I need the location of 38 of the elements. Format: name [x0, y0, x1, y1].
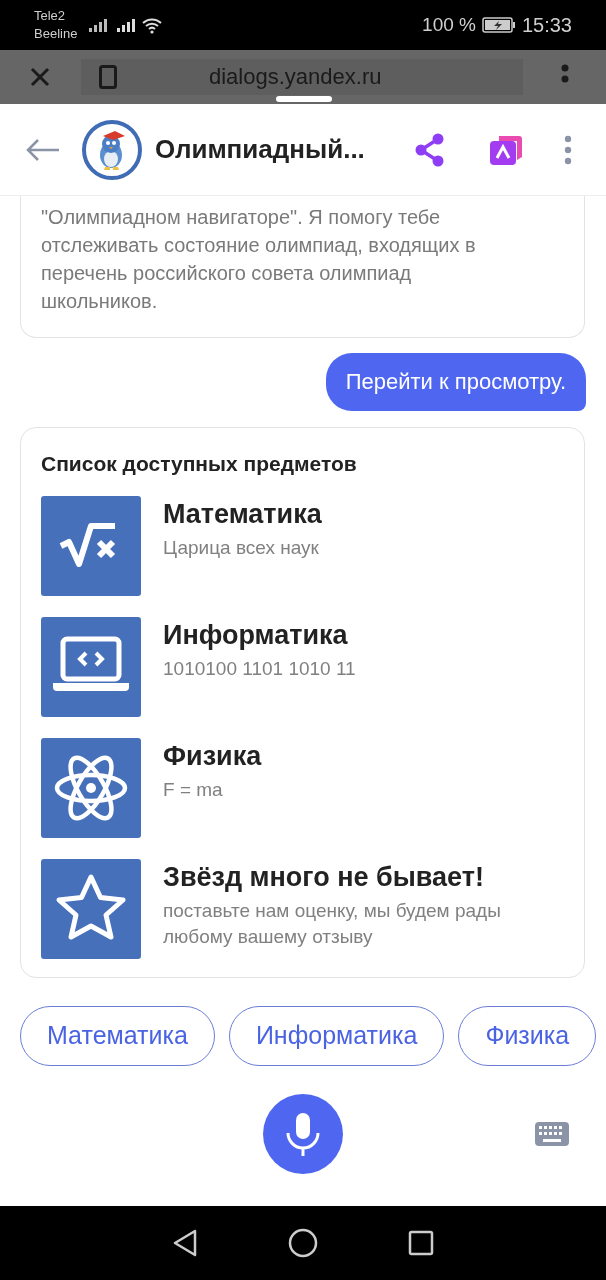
card-title: Список доступных предметов: [41, 451, 358, 477]
url-text: dialogs.yandex.ru: [209, 64, 382, 90]
subject-title[interactable]: Физика: [163, 739, 262, 773]
penguin-avatar-icon: [81, 118, 143, 181]
more-icon[interactable]: [564, 134, 572, 165]
battery-percent: 100 %: [422, 12, 476, 37]
subject-title[interactable]: Звёзд много не бывает!: [163, 860, 564, 894]
wifi-icon: [141, 16, 164, 34]
subject-title[interactable]: Информатика: [163, 618, 356, 652]
signal-icon: [89, 16, 110, 34]
carrier-name: Tele2: [34, 7, 67, 25]
subject-subtitle: Царица всех наук: [163, 536, 320, 560]
back-icon[interactable]: [172, 1228, 198, 1258]
subject-subtitle: поставьте нам оценку, мы будем рады любому вашему отзыву: [163, 899, 502, 949]
suggestion-chip[interactable]: Физика: [458, 1006, 597, 1066]
drag-handle[interactable]: [276, 96, 332, 102]
keyboard-icon[interactable]: [535, 1122, 569, 1146]
close-icon[interactable]: [29, 66, 51, 88]
chat-title: Олимпиадный...: [155, 133, 365, 166]
square-root-icon: [41, 496, 141, 596]
suggestion-chip[interactable]: Математика: [20, 1006, 215, 1066]
page-icon: [99, 65, 117, 89]
share-icon[interactable]: [414, 132, 446, 167]
carrier-name: Beeline: [34, 25, 78, 43]
microphone-icon: [285, 1111, 321, 1157]
signal-icon: [117, 16, 138, 34]
user-message: Перейти к просмотру.: [325, 353, 586, 411]
atom-icon: [41, 738, 141, 838]
bot-message: "Олимпиадном навигаторе". Я помогу тебе отслеживать состояние олимпиад, входящих в перечень российского совета олимпиад школьников.: [20, 196, 585, 338]
recents-icon[interactable]: [408, 1230, 434, 1256]
subject-title[interactable]: Математика: [163, 497, 322, 531]
clock-time: 15:33: [521, 13, 572, 38]
battery-icon: [481, 16, 516, 34]
subject-subtitle: 1010100 1101 1010 11: [163, 657, 356, 681]
subject-subtitle: F = ma: [163, 778, 224, 802]
laptop-icon: [41, 617, 141, 717]
home-icon[interactable]: [288, 1228, 318, 1258]
suggestion-chip[interactable]: Информатика: [228, 1006, 445, 1066]
